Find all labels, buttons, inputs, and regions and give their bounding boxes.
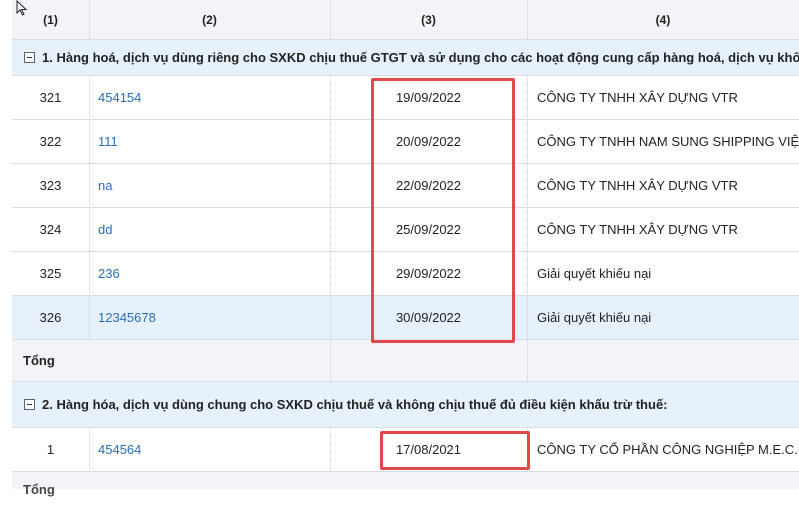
header-col-2[interactable]: (2) (89, 0, 330, 39)
invoice-number-link[interactable]: dd (89, 208, 330, 251)
row-stt: 323 (39, 178, 62, 193)
mouse-pointer-icon (16, 0, 28, 16)
invoice-number-link[interactable]: 236 (89, 252, 330, 295)
partner-name: CÔNG TY CỔ PHẦN CÔNG NGHIỆP M.E.C.I (537, 442, 799, 457)
header-col-3[interactable]: (3) (330, 0, 527, 39)
total-label: Tổng (23, 481, 55, 497)
group-row-2[interactable]: 2. Hàng hóa, dịch vụ dùng chung cho SXKD… (12, 382, 799, 428)
invoice-number-link[interactable]: 111 (89, 120, 330, 163)
group-title: 2. Hàng hóa, dịch vụ dùng chung cho SXKD… (42, 397, 668, 412)
partner-name: CÔNG TY TNHH XÂY DỰNG VTR (537, 222, 738, 237)
collapse-icon[interactable] (24, 399, 35, 410)
group-title: 1. Hàng hoá, dịch vụ dùng riêng cho SXKD… (42, 50, 799, 65)
total-label: Tổng (23, 353, 55, 368)
data-grid: (1) (2) (3) (4) 1. Hàng hoá, dịch vụ dùn… (0, 0, 799, 497)
total-row-partial: Tổng (12, 472, 799, 497)
total-row: Tổng (12, 340, 799, 382)
invoice-number-link[interactable]: 454154 (89, 76, 330, 119)
header-col-4[interactable]: (4) (527, 0, 799, 39)
row-stt: 1 (46, 442, 55, 457)
row-stt: 322 (39, 134, 62, 149)
partner-name: CÔNG TY TNHH NAM SUNG SHIPPING VIỆT NAM (537, 134, 799, 149)
collapse-icon[interactable] (24, 52, 35, 63)
invoice-number-link[interactable]: na (89, 164, 330, 207)
row-stt: 324 (39, 222, 62, 237)
group-row-1[interactable]: 1. Hàng hoá, dịch vụ dùng riêng cho SXKD… (12, 40, 799, 76)
row-stt: 326 (39, 310, 62, 325)
invoice-number-link[interactable]: 454564 (89, 428, 330, 471)
partner-name: CÔNG TY TNHH XÂY DỰNG VTR (537, 178, 738, 193)
date-highlight-box (371, 78, 515, 343)
date-highlight-box (380, 431, 530, 470)
row-stt: 321 (39, 90, 62, 105)
partner-name: CÔNG TY TNHH XÂY DỰNG VTR (537, 90, 738, 105)
partner-name: Giải quyết khiếu nại (537, 310, 652, 325)
partner-name: Giải quyết khiếu nại (537, 266, 652, 281)
invoice-number-link[interactable]: 12345678 (89, 296, 330, 339)
grid-header: (1) (2) (3) (4) (12, 0, 799, 40)
row-stt: 325 (39, 266, 62, 281)
